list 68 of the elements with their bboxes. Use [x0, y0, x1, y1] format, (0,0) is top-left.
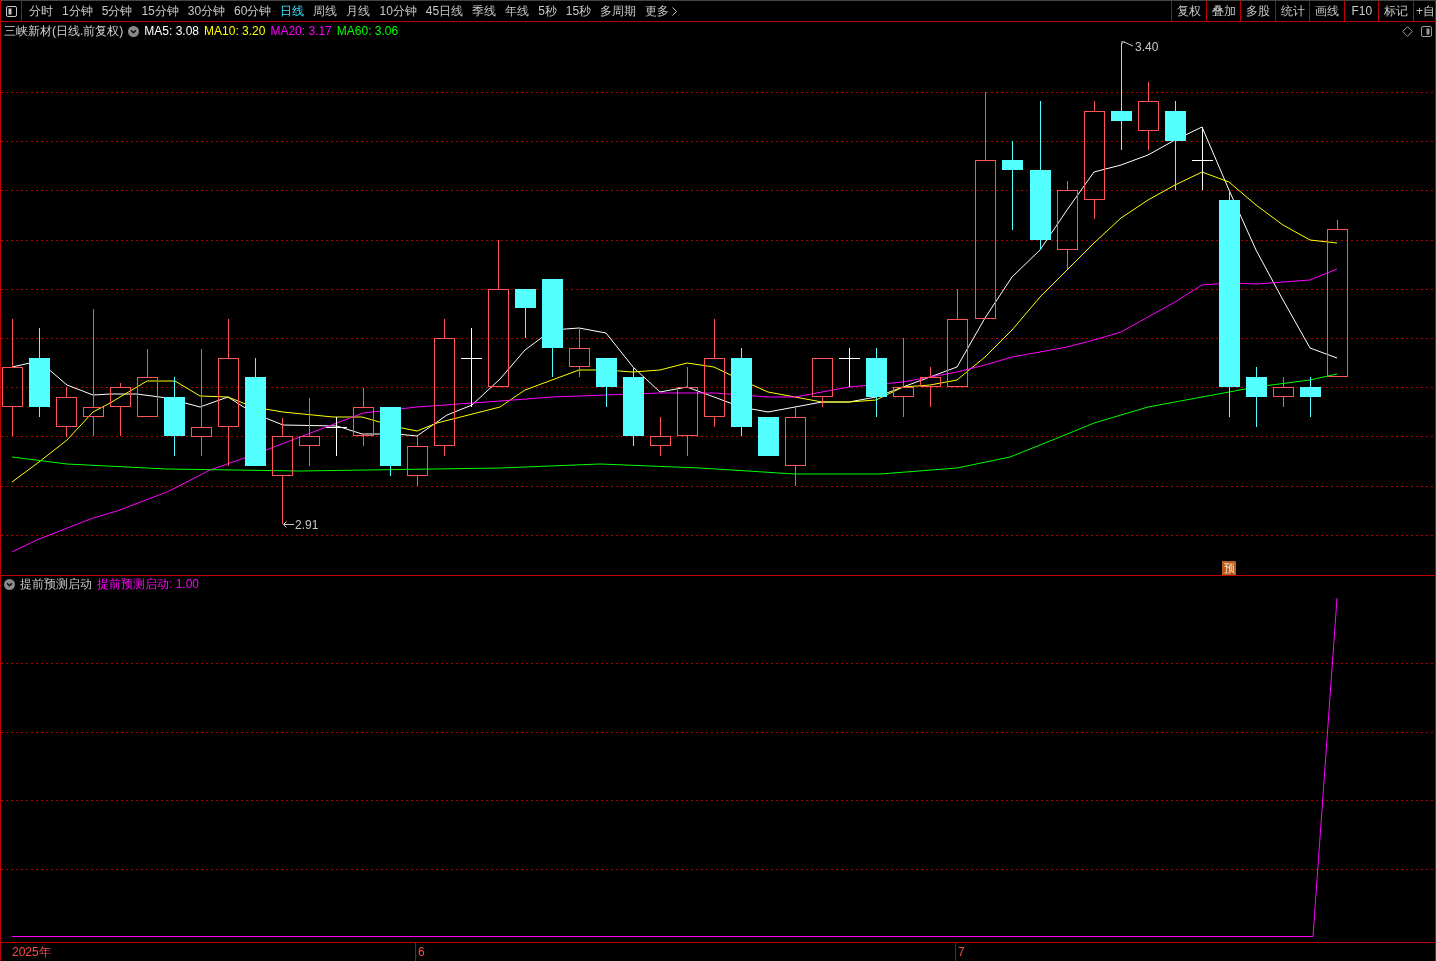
indicator-value: MA20: 3.17: [270, 25, 332, 37]
indicator-title: 提前预测启动: [20, 578, 92, 590]
collapse-toggle-icon[interactable]: [4, 578, 15, 590]
candlestick: [1300, 376, 1321, 418]
candlestick: [407, 435, 428, 487]
candlestick: [299, 397, 320, 467]
toolbar-button[interactable]: 多股: [1240, 1, 1275, 21]
period-tab[interactable]: 日线: [280, 5, 305, 17]
period-tab[interactable]: 15分钟: [141, 5, 179, 17]
candlestick: [1191, 126, 1214, 191]
collapse-toggle-icon[interactable]: [128, 25, 140, 37]
panel-icon[interactable]: [1421, 25, 1432, 37]
toolbar-button[interactable]: F10: [1344, 1, 1379, 21]
candlestick: [1273, 376, 1294, 408]
period-tab[interactable]: 年线: [505, 5, 530, 17]
period-tab[interactable]: 分时: [29, 5, 53, 17]
indicator-value: 提前预测启动: 1.00: [97, 578, 200, 590]
price-label: 2.91: [295, 518, 319, 532]
leader-arrow: [283, 521, 295, 528]
indicator-value: MA60: 3.06: [336, 25, 399, 37]
candlestick: [515, 288, 536, 339]
period-tab[interactable]: 季线: [472, 5, 497, 17]
toolbar-button[interactable]: 画线: [1309, 1, 1344, 21]
candlestick: [137, 348, 158, 417]
candlestick: [1138, 81, 1159, 151]
period-tab[interactable]: 10分钟: [379, 5, 417, 17]
period-tab[interactable]: 5分钟: [101, 5, 133, 17]
stock-title: 三峡新材(日线.前复权): [4, 25, 124, 37]
indicator-value: MA10: 3.20: [204, 25, 266, 37]
candlestick: [353, 387, 374, 447]
candlestick: [110, 382, 131, 437]
candlestick: [812, 358, 833, 408]
period-tab[interactable]: 30分钟: [187, 5, 226, 17]
more-tab[interactable]: 更多: [645, 5, 678, 17]
candlestick: [838, 347, 861, 388]
date-label: 6: [418, 946, 425, 958]
candlestick: [569, 327, 590, 378]
period-tab[interactable]: 1分钟: [62, 5, 93, 17]
toolbar-button[interactable]: 统计: [1275, 1, 1310, 21]
toolbar-button[interactable]: 标记: [1378, 1, 1413, 21]
candlestick: [866, 347, 887, 418]
candlestick: [56, 386, 77, 438]
date-label: 7: [958, 946, 965, 958]
period-tab[interactable]: 15秒: [565, 5, 592, 17]
period-tab[interactable]: 60分钟: [234, 5, 272, 17]
candlestick: [650, 416, 671, 457]
chevron-right-icon: [672, 6, 678, 16]
candlestick: [380, 406, 401, 477]
candlestick: [325, 416, 348, 457]
toolbar-button[interactable]: 复权: [1171, 1, 1206, 21]
toolbar-button[interactable]: 叠加: [1206, 1, 1241, 21]
price-label: 3.40: [1135, 40, 1159, 54]
forecast-badge: 预: [1222, 561, 1236, 575]
diamond-icon[interactable]: [1402, 25, 1413, 37]
date-label: 2025年: [12, 946, 51, 958]
candlestick: [1246, 366, 1267, 428]
indicator-value: MA5: 3.08: [144, 25, 200, 37]
period-tab[interactable]: 45日线: [425, 5, 464, 17]
period-tab[interactable]: 5秒: [538, 5, 557, 17]
candlestick: [596, 357, 617, 408]
period-tab[interactable]: 月线: [346, 5, 371, 17]
panel-icon: [5, 5, 17, 17]
candlestick: [758, 416, 779, 457]
period-tab[interactable]: 周线: [313, 5, 338, 17]
period-tab[interactable]: 多周期: [600, 5, 637, 17]
candlestick: [920, 366, 941, 408]
toolbar-button[interactable]: +自: [1413, 1, 1435, 21]
leader-arrow: [1121, 40, 1134, 47]
